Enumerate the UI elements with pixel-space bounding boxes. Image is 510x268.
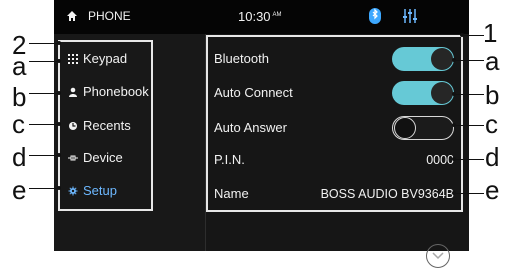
callout-a-left: a xyxy=(12,51,27,81)
callout-e-right-leader xyxy=(454,193,484,194)
callout-c-left: c xyxy=(12,109,25,139)
left-callout-frame xyxy=(58,40,153,211)
callout-e-left-leader xyxy=(29,188,59,189)
phone-title: PHONE xyxy=(88,9,131,23)
callout-a-right-leader xyxy=(454,60,484,61)
callout-b-right-dot xyxy=(452,92,456,96)
callout-b-left-dot xyxy=(57,91,61,95)
callout-b-left-leader xyxy=(29,93,59,94)
callout-1-dot xyxy=(460,33,464,37)
callout-b-left: b xyxy=(12,82,27,112)
bluetooth-icon xyxy=(369,8,381,24)
right-callout-frame xyxy=(206,35,463,212)
callout-d-left-dot xyxy=(57,153,61,157)
callout-c-right-leader xyxy=(454,125,484,126)
callout-1-leader xyxy=(462,35,484,36)
callout-d-right: d xyxy=(485,142,500,172)
clock: 10:30 AM xyxy=(238,9,282,24)
chevron-down-icon xyxy=(432,252,444,260)
callout-b-right-leader xyxy=(454,94,484,95)
callout-a-right-dot xyxy=(452,58,456,62)
callout-e-left: e xyxy=(12,175,27,205)
callout-a-left-leader xyxy=(29,61,59,62)
callout-c-right: c xyxy=(485,109,498,139)
callout-a-right: a xyxy=(485,46,500,76)
callout-d-right-dot xyxy=(452,157,456,161)
callout-1: 1 xyxy=(483,18,498,48)
callout-c-left-leader xyxy=(29,124,59,125)
clock-time: 10:30 xyxy=(238,9,271,24)
callout-e-left-dot xyxy=(57,186,61,190)
callout-d-left-leader xyxy=(29,155,59,156)
callout-2-dot xyxy=(57,41,61,45)
home-icon[interactable] xyxy=(66,10,78,22)
callout-d-left: d xyxy=(12,142,27,172)
callout-c-left-dot xyxy=(57,122,61,126)
equalizer-icon[interactable] xyxy=(402,8,418,24)
callout-2-leader xyxy=(29,43,59,44)
clock-suffix: AM xyxy=(272,11,282,18)
callout-b-right: b xyxy=(485,80,500,110)
callout-e-right: e xyxy=(485,175,500,205)
scroll-down-button[interactable] xyxy=(426,244,450,268)
callout-a-left-dot xyxy=(57,59,61,63)
callout-d-right-leader xyxy=(454,159,484,160)
callout-c-right-dot xyxy=(452,123,456,127)
callout-e-right-dot xyxy=(452,191,456,195)
